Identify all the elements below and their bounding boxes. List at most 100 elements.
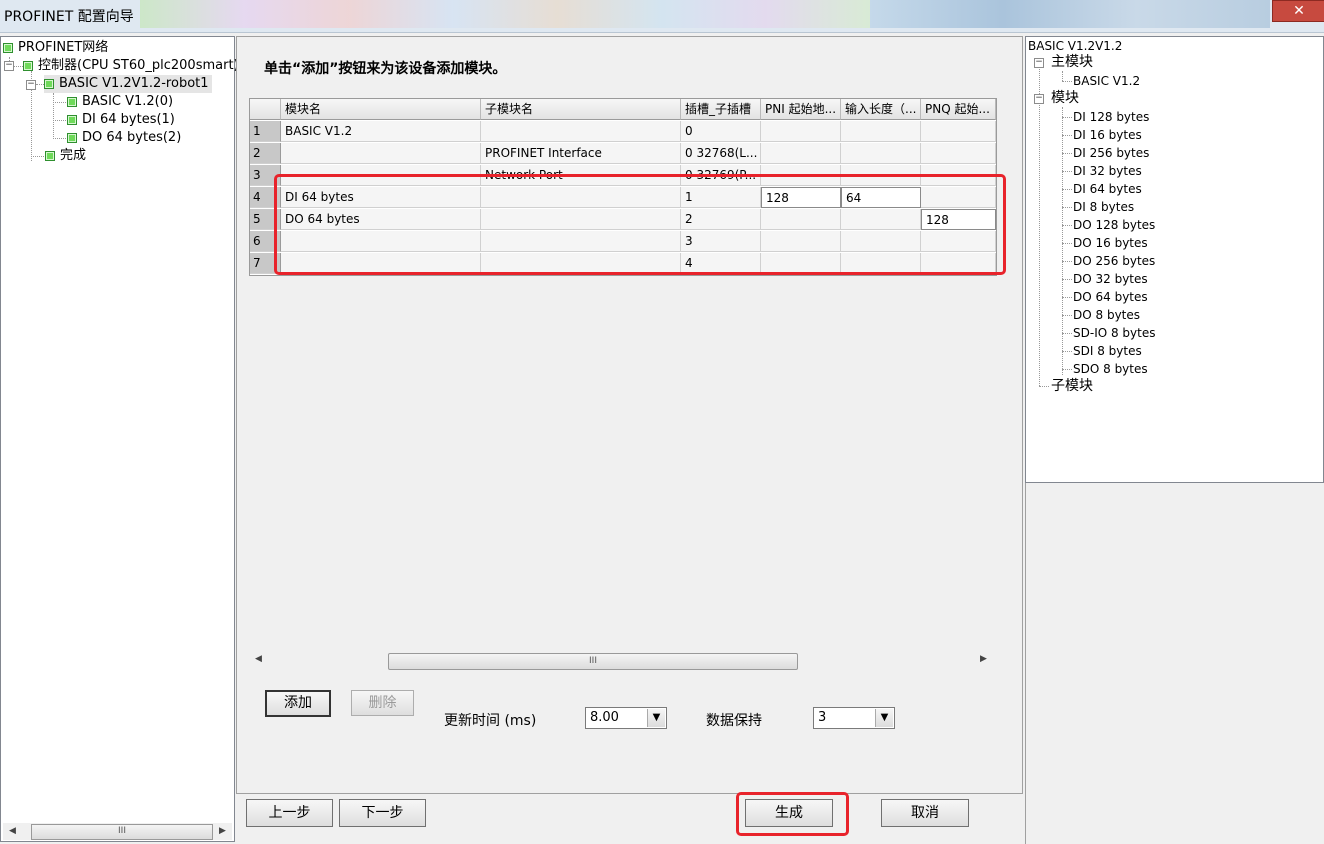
- catalog-item[interactable]: SDI 8 bytes: [1073, 342, 1142, 360]
- chevron-down-icon[interactable]: ▼: [647, 709, 665, 727]
- catalog-item[interactable]: DO 8 bytes: [1073, 306, 1140, 324]
- row-number[interactable]: 5: [250, 209, 281, 230]
- cell-input-length[interactable]: [841, 121, 921, 142]
- catalog-item[interactable]: DI 128 bytes: [1073, 108, 1149, 126]
- scroll-left-icon[interactable]: ◀: [255, 654, 262, 664]
- column-header[interactable]: PNQ 起始...: [921, 99, 996, 120]
- next-button[interactable]: 下一步: [339, 799, 426, 827]
- cell-submodule-name[interactable]: [481, 231, 681, 252]
- row-number[interactable]: 2: [250, 143, 281, 164]
- cell-slot[interactable]: 0 32769(P...: [681, 165, 761, 186]
- cell-pni-start[interactable]: [761, 165, 841, 186]
- prev-button[interactable]: 上一步: [246, 799, 333, 827]
- catalog-group-modules[interactable]: 模块: [1051, 89, 1079, 107]
- catalog-item[interactable]: DO 256 bytes: [1073, 252, 1155, 270]
- column-header[interactable]: 输入长度（...: [841, 99, 921, 120]
- cell-slot[interactable]: 0: [681, 121, 761, 142]
- generate-button[interactable]: 生成: [745, 799, 833, 827]
- module-table[interactable]: 模块名 子模块名 插槽_子插槽 PNI 起始地... 输入长度（... PNQ …: [249, 98, 997, 276]
- cell-pnq-start[interactable]: [921, 253, 996, 274]
- catalog-item[interactable]: DI 8 bytes: [1073, 198, 1134, 216]
- tree-item-module[interactable]: DI 64 bytes(1): [67, 111, 175, 129]
- collapse-icon[interactable]: −: [1034, 58, 1044, 68]
- cell-pnq-start[interactable]: [921, 165, 996, 186]
- data-hold-select[interactable]: 3 ▼: [813, 707, 895, 729]
- catalog-group-main-modules[interactable]: 主模块: [1051, 53, 1093, 71]
- cell-submodule-name[interactable]: PROFINET Interface: [481, 143, 681, 164]
- collapse-icon[interactable]: −: [4, 61, 14, 71]
- update-time-select[interactable]: 8.00 ▼: [585, 707, 667, 729]
- cell-pni-start[interactable]: 128: [761, 187, 841, 208]
- cell-pni-start[interactable]: [761, 209, 841, 230]
- catalog-item[interactable]: DI 256 bytes: [1073, 144, 1149, 162]
- cell-submodule-name[interactable]: Network Port: [481, 165, 681, 186]
- cell-input-length[interactable]: [841, 253, 921, 274]
- cell-pnq-start[interactable]: [921, 231, 996, 252]
- cell-input-length[interactable]: [841, 143, 921, 164]
- catalog-item[interactable]: DO 128 bytes: [1073, 216, 1155, 234]
- cell-slot[interactable]: 2: [681, 209, 761, 230]
- collapse-icon[interactable]: −: [26, 80, 36, 90]
- cell-pni-start[interactable]: [761, 143, 841, 164]
- cell-pnq-start[interactable]: 128: [921, 209, 996, 230]
- cell-slot[interactable]: 1: [681, 187, 761, 208]
- delete-button[interactable]: 删除: [351, 690, 414, 716]
- scroll-thumb[interactable]: III: [31, 824, 213, 840]
- cell-input-length[interactable]: 64: [841, 187, 921, 208]
- catalog-item[interactable]: SD-IO 8 bytes: [1073, 324, 1156, 342]
- catalog-item[interactable]: SDO 8 bytes: [1073, 360, 1148, 378]
- cell-module-name[interactable]: [281, 253, 481, 274]
- catalog-item[interactable]: BASIC V1.2: [1073, 72, 1140, 90]
- tree-item-module[interactable]: BASIC V1.2(0): [67, 93, 173, 111]
- cell-pnq-start[interactable]: [921, 143, 996, 164]
- tree-item-root[interactable]: PROFINET网络: [3, 39, 108, 57]
- cell-input-length[interactable]: [841, 231, 921, 252]
- cell-submodule-name[interactable]: [481, 187, 681, 208]
- left-hscrollbar[interactable]: ◀ III ▶: [3, 823, 232, 840]
- cell-pni-start[interactable]: [761, 231, 841, 252]
- collapse-icon[interactable]: −: [1034, 94, 1044, 104]
- row-number[interactable]: 6: [250, 231, 281, 252]
- cell-pnq-start[interactable]: [921, 187, 996, 208]
- cell-module-name[interactable]: [281, 165, 481, 186]
- scroll-right-icon[interactable]: ▶: [980, 654, 987, 664]
- navigation-tree[interactable]: − PROFINET网络 控制器(CPU ST60_plc200smart) −…: [0, 36, 239, 842]
- catalog-item[interactable]: DI 64 bytes: [1073, 180, 1142, 198]
- catalog-item[interactable]: DO 16 bytes: [1073, 234, 1148, 252]
- row-number[interactable]: 1: [250, 121, 281, 142]
- cell-module-name[interactable]: DO 64 bytes: [281, 209, 481, 230]
- column-header[interactable]: 模块名: [281, 99, 481, 120]
- cell-slot[interactable]: 3: [681, 231, 761, 252]
- row-number[interactable]: 7: [250, 253, 281, 274]
- close-button[interactable]: ✕: [1272, 0, 1324, 22]
- catalog-item[interactable]: DO 32 bytes: [1073, 270, 1148, 288]
- tree-item-controller[interactable]: 控制器(CPU ST60_plc200smart): [23, 57, 239, 75]
- cell-submodule-name[interactable]: [481, 121, 681, 142]
- module-catalog-tree[interactable]: BASIC V1.2V1.2 − 主模块 BASIC V1.2 − 模块 DI …: [1025, 36, 1324, 483]
- add-button[interactable]: 添加: [265, 690, 331, 717]
- cell-pni-start[interactable]: [761, 121, 841, 142]
- cell-slot[interactable]: 0 32768(L...: [681, 143, 761, 164]
- tree-item-device[interactable]: BASIC V1.2V1.2-robot1: [44, 75, 212, 93]
- cell-slot[interactable]: 4: [681, 253, 761, 274]
- cell-submodule-name[interactable]: [481, 209, 681, 230]
- catalog-item[interactable]: DI 32 bytes: [1073, 162, 1142, 180]
- scroll-left-icon[interactable]: ◀: [9, 826, 16, 836]
- row-number[interactable]: 4: [250, 187, 281, 208]
- column-header[interactable]: 子模块名: [481, 99, 681, 120]
- cancel-button[interactable]: 取消: [881, 799, 969, 827]
- scroll-thumb[interactable]: III: [388, 653, 798, 670]
- scroll-right-icon[interactable]: ▶: [219, 826, 226, 836]
- catalog-item[interactable]: DO 64 bytes: [1073, 288, 1148, 306]
- chevron-down-icon[interactable]: ▼: [875, 709, 893, 727]
- catalog-item[interactable]: DI 16 bytes: [1073, 126, 1142, 144]
- cell-module-name[interactable]: [281, 231, 481, 252]
- cell-module-name[interactable]: [281, 143, 481, 164]
- tree-item-module[interactable]: DO 64 bytes(2): [67, 129, 181, 147]
- cell-input-length[interactable]: [841, 209, 921, 230]
- tree-item-finish[interactable]: 完成: [45, 147, 86, 165]
- cell-module-name[interactable]: BASIC V1.2: [281, 121, 481, 142]
- column-header[interactable]: PNI 起始地...: [761, 99, 841, 120]
- column-header[interactable]: 插槽_子插槽: [681, 99, 761, 120]
- catalog-group-submodules[interactable]: 子模块: [1051, 377, 1093, 395]
